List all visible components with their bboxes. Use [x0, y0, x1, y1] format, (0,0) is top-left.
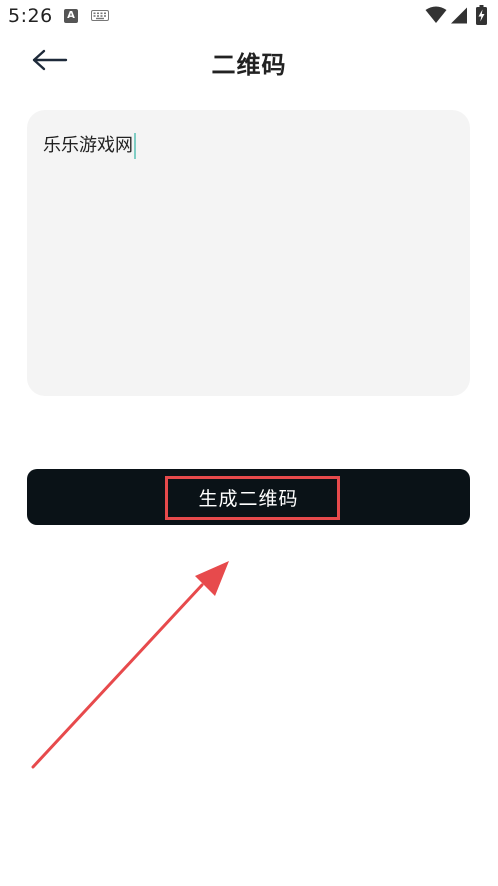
- generate-qr-button[interactable]: 生成二维码: [27, 469, 470, 525]
- qr-code-screen: 5:26 A 二维码 乐乐游戏网 生成二维码: [0, 0, 498, 886]
- a-icon: A: [64, 9, 78, 23]
- generate-qr-button-label: 生成二维码: [198, 488, 299, 510]
- header: 二维码: [0, 34, 498, 86]
- text-input-value: 乐乐游戏网: [43, 135, 133, 156]
- page-title: 二维码: [211, 51, 287, 79]
- text-input-area[interactable]: 乐乐游戏网: [27, 110, 470, 396]
- text-cursor: [134, 133, 136, 159]
- status-bar: 5:26 A: [0, 0, 498, 34]
- keyboard-icon: [91, 10, 109, 21]
- status-time: 5:26: [8, 5, 53, 27]
- signal-icon: [451, 7, 467, 24]
- wifi-icon: [425, 6, 447, 23]
- battery-charging-icon: [476, 5, 487, 25]
